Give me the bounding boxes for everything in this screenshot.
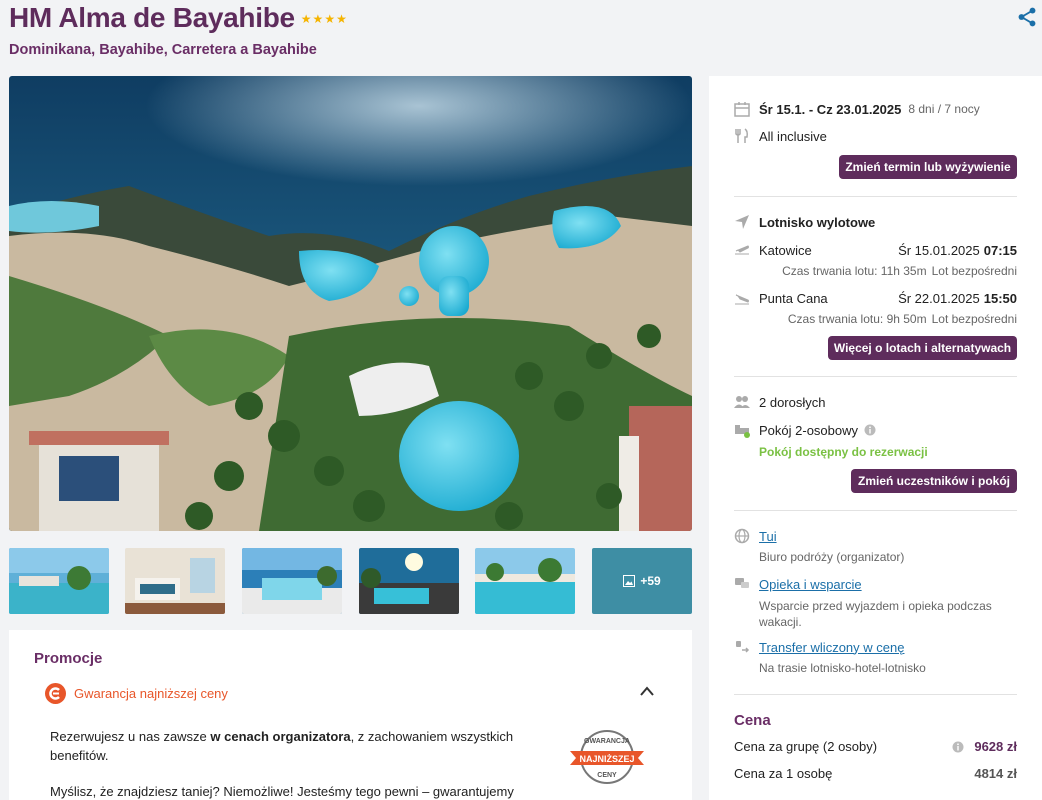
outbound-time: 07:15 <box>983 242 1017 258</box>
transfer-row: Transfer wliczony w cenę <box>734 639 1017 655</box>
more-flights-button[interactable]: Więcej o lotach i alternatywach <box>828 336 1017 360</box>
thumbnail-5[interactable] <box>475 548 575 614</box>
divider <box>734 694 1017 695</box>
info-icon[interactable] <box>864 424 876 436</box>
promotions-section: Promocje Gwarancja najniższej ceny Rezer… <box>9 630 692 800</box>
inbound-flight-row: Punta Cana Śr 22.01.2025 15:50 <box>734 290 1017 306</box>
organizer-row: Tui <box>734 528 1017 544</box>
guarantee-icon <box>45 683 66 704</box>
support-description: Wsparcie przed wyjazdem i opieka podczas… <box>759 599 992 629</box>
organizer-link[interactable]: Tui <box>759 529 777 544</box>
inbound-city: Punta Cana <box>759 290 828 306</box>
trip-duration: 8 dni / 7 nocy <box>908 102 980 116</box>
plane-takeoff-icon <box>735 245 749 255</box>
cutlery-icon <box>735 128 748 143</box>
bed-icon <box>735 425 750 438</box>
hotel-name: HM Alma de Bayahibe <box>9 2 295 33</box>
inbound-details: Czas trwania lotu: 9h 50m Lot bezpośredn… <box>734 312 1017 326</box>
price-group-label: Cena za grupę (2 osoby) <box>734 739 878 754</box>
organizer-description: Biuro podróży (organizator) <box>759 550 905 564</box>
travellers-row: 2 dorosłych <box>734 394 1017 410</box>
photo-thumbnails: +59 <box>9 548 692 614</box>
price-person-value: 4814 zł <box>974 766 1017 781</box>
thumbnail-4[interactable] <box>359 548 459 614</box>
guarantee-paragraph-1: Rezerwujesz u nas zawsze w cenach organi… <box>50 729 514 763</box>
hotel-title: HM Alma de Bayahibe ★★★★ <box>9 2 348 34</box>
inbound-time: 15:50 <box>983 290 1017 306</box>
support-link[interactable]: Opieka i wsparcie <box>759 577 862 592</box>
outbound-date: Śr 15.01.2025 <box>898 242 980 258</box>
navigation-arrow-icon <box>735 215 749 229</box>
outbound-type: Lot bezpośredni <box>931 264 1017 278</box>
airport-label: Lotnisko wylotowe <box>759 214 876 230</box>
outbound-duration: Czas trwania lotu: 11h 35m <box>782 264 927 278</box>
gallery-icon <box>623 575 636 587</box>
lowest-price-guarantee-toggle[interactable]: Gwarancja najniższej ceny <box>45 683 228 704</box>
main-hotel-photo[interactable] <box>9 76 692 531</box>
dates-row: Śr 15.1. - Cz 23.01.2025 8 dni / 7 nocy <box>734 101 1017 117</box>
room-availability: Pokój dostępny do rezerwacji <box>759 445 928 459</box>
board-row: All inclusive <box>734 128 1017 144</box>
inbound-date: Śr 22.01.2025 <box>898 290 980 306</box>
svg-text:CENY: CENY <box>597 772 617 779</box>
thumbnail-1[interactable] <box>9 548 109 614</box>
outbound-city: Katowice <box>759 242 812 258</box>
price-heading: Cena <box>734 712 771 729</box>
thumbnail-2[interactable] <box>125 548 225 614</box>
guarantee-label: Gwarancja najniższej ceny <box>74 686 228 701</box>
booking-sidebar: Śr 15.1. - Cz 23.01.2025 8 dni / 7 nocy … <box>709 76 1042 800</box>
airport-row: Lotnisko wylotowe <box>734 214 1017 230</box>
travellers-count: 2 dorosłych <box>759 394 826 410</box>
info-icon[interactable] <box>952 741 964 753</box>
globe-icon <box>734 528 750 544</box>
share-icon[interactable] <box>1016 6 1038 28</box>
star-rating: ★★★★ <box>300 12 348 26</box>
people-icon <box>734 396 750 408</box>
transfer-icon <box>736 641 750 653</box>
room-row: Pokój 2-osobowy <box>734 422 1017 438</box>
price-person-label: Cena za 1 osobę <box>734 766 833 781</box>
inbound-duration: Czas trwania lotu: 9h 50m <box>787 312 927 326</box>
plane-landing-icon <box>735 294 749 305</box>
promotions-heading: Promocje <box>34 650 103 667</box>
divider <box>734 510 1017 511</box>
svg-text:GWARANCJA: GWARANCJA <box>584 738 630 745</box>
outbound-details: Czas trwania lotu: 11h 35m Lot bezpośred… <box>734 264 1017 278</box>
price-group-value: 9628 zł <box>974 739 1017 754</box>
price-person-row: Cena za 1 osobę 4814 zł <box>734 766 1017 781</box>
support-row: Opieka i wsparcie <box>734 576 1017 592</box>
more-photos-button[interactable]: +59 <box>592 548 692 614</box>
price-group-row: Cena za grupę (2 osoby) 9628 zł <box>734 739 1017 754</box>
outbound-flight-row: Katowice Śr 15.01.2025 07:15 <box>734 242 1017 258</box>
thumbnail-3[interactable] <box>242 548 342 614</box>
calendar-icon <box>734 102 750 117</box>
transfer-description: Na trasie lotnisko-hotel-lotnisko <box>759 661 926 675</box>
chat-support-icon <box>735 578 749 588</box>
lowest-price-guarantee-badge: GWARANCJA NAJNIŻSZEJ CENY <box>570 730 644 784</box>
inbound-type: Lot bezpośredni <box>931 312 1017 326</box>
trip-dates: Śr 15.1. - Cz 23.01.2025 <box>759 101 902 117</box>
divider <box>734 376 1017 377</box>
board-type: All inclusive <box>759 128 827 144</box>
change-term-button[interactable]: Zmień termin lub wyżywienie <box>839 155 1017 179</box>
hotel-location: Dominikana, Bayahibe, Carretera a Bayahi… <box>9 42 317 58</box>
transfer-link[interactable]: Transfer wliczony w cenę <box>759 640 904 655</box>
divider <box>734 196 1017 197</box>
chevron-up-icon[interactable] <box>638 684 656 698</box>
svg-text:NAJNIŻSZEJ: NAJNIŻSZEJ <box>579 754 634 764</box>
room-type: Pokój 2-osobowy <box>759 422 858 438</box>
more-photos-count: +59 <box>640 574 661 588</box>
guarantee-paragraph-2: Myślisz, że znajdziesz taniej? Niemożliw… <box>50 784 514 799</box>
change-participants-button[interactable]: Zmień uczestników i pokój <box>851 469 1017 493</box>
